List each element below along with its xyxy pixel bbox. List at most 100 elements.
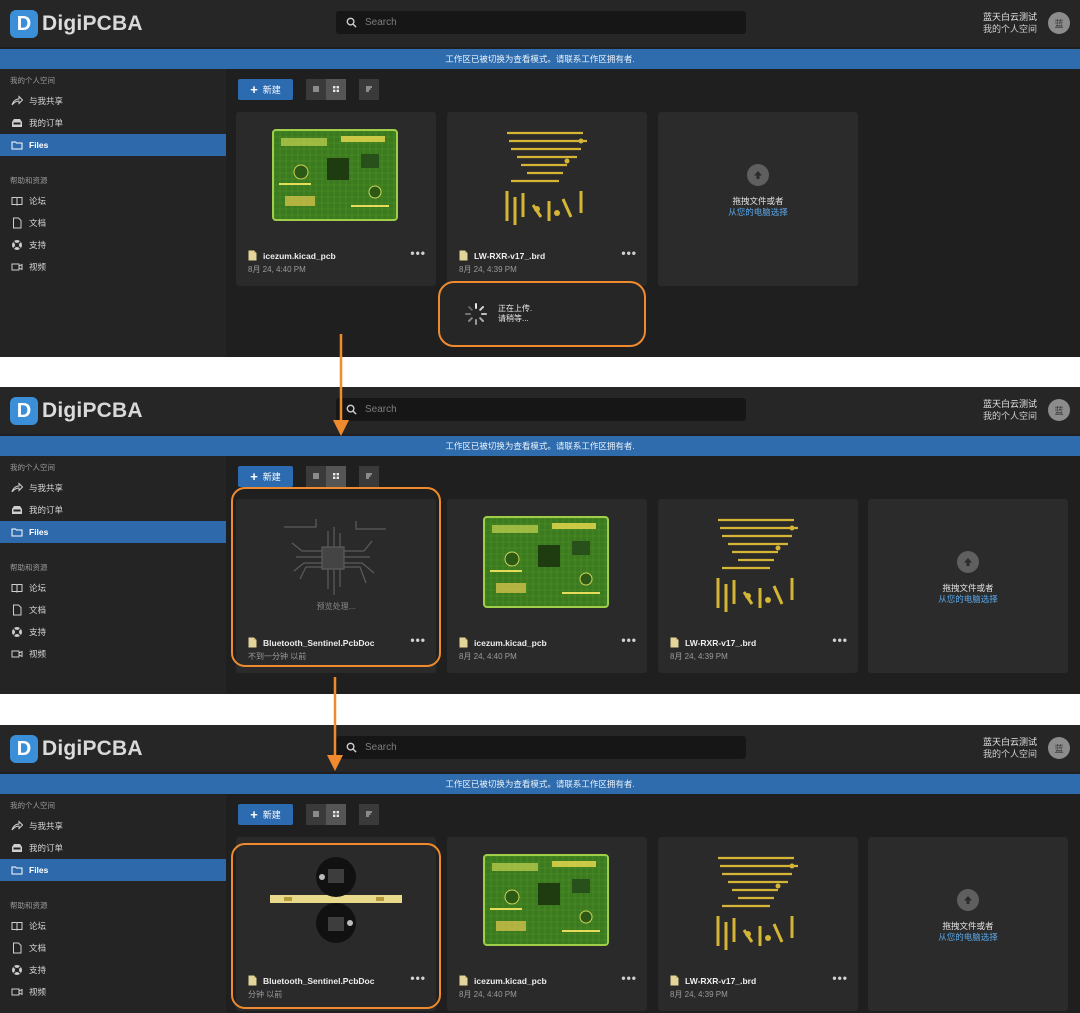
more-options-button[interactable]: ••• [832, 633, 848, 647]
sidebar-item-video[interactable]: 视频 [0, 643, 226, 665]
view-mode-banner: 工作区已被切换为查看模式。请联系工作区拥有者. [0, 49, 1080, 69]
sidebar-item-files[interactable]: Files [0, 521, 226, 543]
user-menu[interactable]: 蓝天白云测试 我的个人空间 [983, 736, 1037, 760]
list-view-button[interactable] [306, 803, 326, 825]
sidebar-item-forum[interactable]: 论坛 [0, 190, 226, 212]
choose-from-computer-link[interactable]: 从您的电脑选择 [868, 932, 1068, 943]
avatar[interactable]: 蓝 [1048, 737, 1070, 759]
file-card-icezum[interactable]: icezum.kicad_pcb 8月 24, 4:40 PM ••• [447, 837, 647, 1011]
upload-dropzone[interactable]: 拖拽文件或者 从您的电脑选择 [868, 837, 1068, 1011]
more-options-button[interactable]: ••• [621, 246, 637, 260]
sidebar-item-orders[interactable]: 我的订单 [0, 112, 226, 134]
workspace-name: 我的个人空间 [982, 749, 1037, 759]
sidebar-item-video[interactable]: 视频 [0, 981, 226, 1003]
book-icon [11, 920, 23, 932]
list-view-button[interactable] [306, 465, 326, 487]
grid-view-button[interactable] [326, 78, 346, 100]
file-name: LW-RXR-v17_.brd [474, 250, 546, 261]
document-icon [11, 942, 23, 954]
search-bar[interactable] [336, 398, 746, 421]
list-view-button[interactable] [306, 78, 326, 100]
grid-view-button[interactable] [326, 803, 346, 825]
avatar[interactable]: 蓝 [1048, 12, 1070, 34]
sidebar-item-docs[interactable]: 文档 [0, 212, 226, 234]
sidebar-item-video[interactable]: 视频 [0, 256, 226, 278]
search-input[interactable] [365, 17, 725, 28]
search-bar[interactable] [336, 11, 746, 34]
new-button[interactable]: + 新建 [238, 78, 293, 100]
sidebar-item-docs[interactable]: 文档 [0, 937, 226, 959]
file-card-lw-rxr[interactable]: LW-RXR-v17_.brd 8月 24, 4:39 PM ••• [658, 499, 858, 673]
file-date: 8月 24, 4:40 PM [459, 652, 517, 661]
new-button[interactable]: + 新建 [238, 465, 293, 487]
file-icon [248, 250, 257, 261]
section-personal-space: 我的个人空间 [10, 801, 55, 810]
file-date: 8月 24, 4:39 PM [459, 265, 517, 274]
grid-icon [331, 809, 341, 819]
sidebar-item-forum[interactable]: 论坛 [0, 577, 226, 599]
avatar[interactable]: 蓝 [1048, 399, 1070, 421]
sidebar-item-shared[interactable]: 与我共享 [0, 815, 226, 837]
sidebar-item-support[interactable]: 支持 [0, 234, 226, 256]
file-card-icezum[interactable]: icezum.kicad_pcb 8月 24, 4:40 PM ••• [447, 499, 647, 673]
sidebar-item-support[interactable]: 支持 [0, 621, 226, 643]
sidebar-item-forum[interactable]: 论坛 [0, 915, 226, 937]
search-input[interactable] [365, 742, 725, 753]
sidebar-item-label: 视频 [29, 649, 47, 659]
grid-view-button[interactable] [326, 465, 346, 487]
file-card-icezum[interactable]: icezum.kicad_pcb 8月 24, 4:40 PM ••• [236, 112, 436, 286]
video-icon [11, 648, 23, 660]
choose-from-computer-link[interactable]: 从您的电脑选择 [868, 594, 1068, 605]
screenshot-uploading: D DigiPCBA 蓝天白云测试 我的个人空间 蓝 工作区已被切换为查看模式。… [0, 0, 1080, 357]
sort-icon [364, 84, 374, 94]
sort-button[interactable] [359, 465, 379, 487]
plus-icon: + [250, 806, 258, 822]
sort-button[interactable] [359, 803, 379, 825]
sidebar-item-shared[interactable]: 与我共享 [0, 90, 226, 112]
toast-line-wait: 请稍等... [498, 314, 529, 323]
screenshot-processing: D DigiPCBA 蓝天白云测试 我的个人空间 蓝 工作区已被切换为查看模式。… [0, 387, 1080, 694]
new-button-label: 新建 [262, 809, 281, 820]
file-name: icezum.kicad_pcb [474, 975, 547, 986]
upload-dropzone[interactable]: 拖拽文件或者 从您的电脑选择 [658, 112, 858, 286]
pcb-thumbnail [447, 499, 647, 627]
section-help: 帮助和资源 [10, 176, 48, 185]
more-options-button[interactable]: ••• [621, 633, 637, 647]
user-menu[interactable]: 蓝天白云测试 我的个人空间 [983, 398, 1037, 422]
sidebar-item-files[interactable]: Files [0, 134, 226, 156]
sort-button[interactable] [359, 78, 379, 100]
flow-arrow-down-icon [327, 677, 343, 771]
choose-from-computer-link[interactable]: 从您的电脑选择 [658, 207, 858, 218]
file-card-lw-rxr[interactable]: LW-RXR-v17_.brd 8月 24, 4:39 PM ••• [658, 837, 858, 1011]
sidebar-item-label: 文档 [29, 943, 47, 953]
sidebar-item-label: 支持 [29, 627, 47, 637]
sidebar-item-orders[interactable]: 我的订单 [0, 499, 226, 521]
file-toolbar: + 新建 [238, 803, 379, 825]
upload-dropzone[interactable]: 拖拽文件或者 从您的电脑选择 [868, 499, 1068, 673]
logo-text-pcba: PCBA [82, 737, 143, 760]
top-bar: D DigiPCBA 蓝天白云测试 我的个人空间 蓝 [0, 0, 1080, 47]
sidebar-item-shared[interactable]: 与我共享 [0, 477, 226, 499]
more-options-button[interactable]: ••• [621, 971, 637, 985]
sidebar-item-docs[interactable]: 文档 [0, 599, 226, 621]
folder-icon [11, 526, 23, 538]
spinner-icon [464, 302, 488, 326]
search-bar[interactable] [336, 736, 746, 759]
new-button[interactable]: + 新建 [238, 803, 293, 825]
user-name: 蓝天白云测试 [982, 399, 1037, 409]
digipcba-logo[interactable]: D DigiPCBA [10, 396, 143, 426]
search-input[interactable] [365, 404, 725, 415]
digipcba-logo[interactable]: D DigiPCBA [10, 9, 143, 39]
view-toggle [306, 803, 346, 825]
sidebar-item-label: 论坛 [29, 921, 47, 931]
file-card-lw-rxr[interactable]: LW-RXR-v17_.brd 8月 24, 4:39 PM ••• [447, 112, 647, 286]
more-options-button[interactable]: ••• [832, 971, 848, 985]
sidebar-item-orders[interactable]: 我的订单 [0, 837, 226, 859]
sidebar-item-support[interactable]: 支持 [0, 959, 226, 981]
user-menu[interactable]: 蓝天白云测试 我的个人空间 [983, 11, 1037, 35]
book-icon [11, 195, 23, 207]
pcb-thumbnail [236, 112, 436, 240]
more-options-button[interactable]: ••• [410, 246, 426, 260]
digipcba-logo[interactable]: D DigiPCBA [10, 734, 143, 764]
sidebar-item-files[interactable]: Files [0, 859, 226, 881]
